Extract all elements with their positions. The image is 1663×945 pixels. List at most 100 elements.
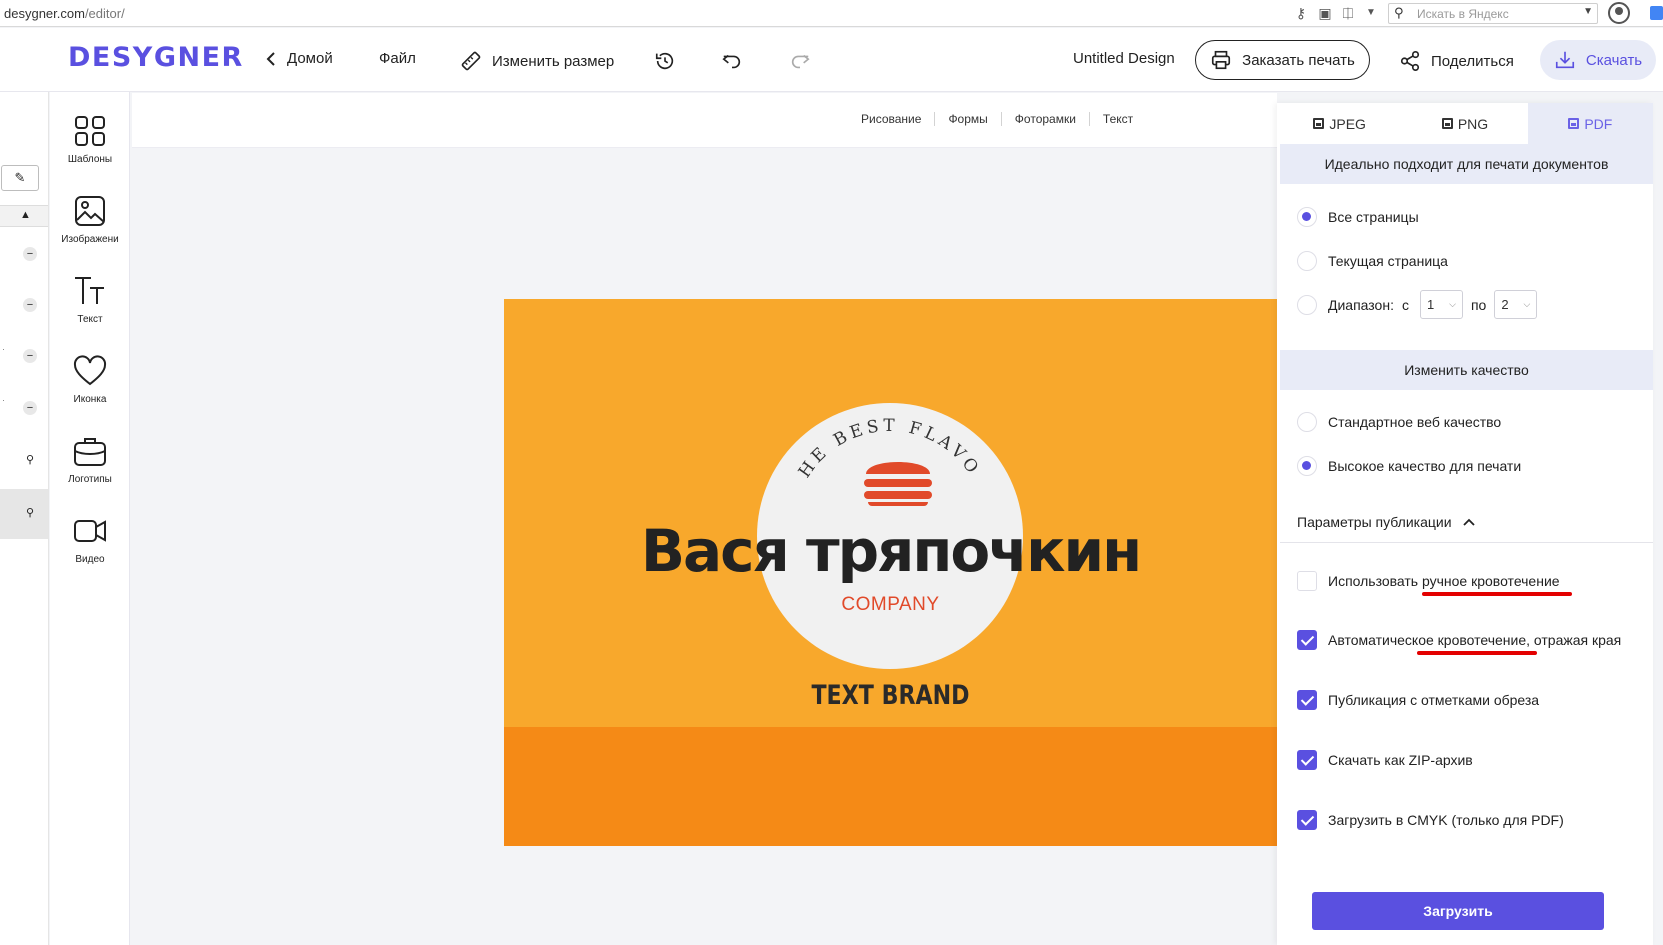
range-from-label: с [1401, 296, 1409, 313]
zoom-icon[interactable]: ⚲ [23, 506, 37, 520]
tab-png[interactable]: PNG [1402, 103, 1527, 144]
history-button[interactable] [654, 50, 676, 72]
bookmark-icon[interactable]: ⎅ [1339, 4, 1357, 22]
home-label: Домой [287, 50, 333, 67]
key-icon[interactable]: ⚷ [1292, 4, 1310, 22]
design-headline[interactable]: Вася тряпочкин [504, 517, 1277, 585]
chevron-down-icon[interactable]: ▼ [1362, 4, 1380, 22]
browser-bar: desygner.com/editor/ ⚷ ▣ ⎅ ▼ ⚲ Искать в … [0, 0, 1663, 27]
layer-collapse-button[interactable]: − [23, 349, 37, 363]
range-to-label: по [1470, 296, 1487, 313]
chevron-up-icon [1462, 518, 1475, 526]
qr-icon[interactable]: ▣ [1316, 4, 1334, 22]
radio-standard-quality[interactable] [1297, 412, 1317, 432]
pages-all-option[interactable]: Все страницы [1297, 207, 1419, 227]
address-bar[interactable]: desygner.com/editor/ [4, 6, 125, 21]
tool-templates[interactable]: Шаблоны [50, 114, 130, 165]
video-icon [74, 520, 106, 542]
undo-button[interactable] [721, 50, 743, 72]
pages-current-option[interactable]: Текущая страница [1297, 251, 1448, 271]
redo-button[interactable] [789, 50, 811, 72]
publish-params-toggle[interactable]: Параметры публикации [1297, 514, 1476, 530]
subtool-text[interactable]: Текст [1090, 112, 1146, 126]
tool-video[interactable]: Видео [50, 514, 130, 565]
design-bottom-band[interactable] [504, 727, 1277, 846]
layers-header[interactable]: ▲ [0, 205, 48, 227]
checkbox-crop-marks[interactable] [1297, 690, 1317, 710]
brush-icon: ✎ [14, 170, 26, 185]
tool-images[interactable]: Изображени [50, 194, 130, 245]
radio-current-page[interactable] [1297, 251, 1317, 271]
tool-text[interactable]: Текст [50, 274, 130, 325]
design-company[interactable]: COMPANY [504, 594, 1277, 616]
templates-icon [75, 116, 105, 146]
subtool-frames[interactable]: Фоторамки [1002, 112, 1090, 126]
pdf-file-icon [1568, 118, 1580, 129]
jpeg-file-icon [1313, 118, 1325, 129]
design-canvas[interactable]: THE BEST FLAVOR Вася тряпочкин COMPANY T… [504, 299, 1277, 846]
layer-collapse-button[interactable]: − [23, 298, 37, 312]
option-auto-bleed[interactable]: Автоматическое кровотечение, отражая кра… [1297, 629, 1627, 651]
radio-range[interactable] [1297, 294, 1317, 315]
checkbox-auto-bleed[interactable] [1297, 630, 1317, 650]
browser-search-input[interactable]: ⚲ Искать в Яндекс ▼ [1388, 3, 1598, 24]
divider [1280, 542, 1653, 543]
quality-high-option[interactable]: Высокое качество для печати [1297, 456, 1521, 476]
share-button[interactable]: Поделиться [1399, 50, 1514, 72]
file-menu[interactable]: Файл [379, 50, 416, 67]
tab-label: JPEG [1329, 115, 1366, 132]
option-manual-bleed[interactable]: Использовать ручное кровотечение [1297, 570, 1560, 592]
submit-download-button[interactable]: Загрузить [1312, 892, 1604, 930]
app-header: DESYGNER Домой Файл Изменить размер Unti… [0, 28, 1663, 92]
option-zip[interactable]: Скачать как ZIP-архив [1297, 749, 1473, 771]
checkbox-manual-bleed[interactable] [1297, 571, 1317, 591]
tab-jpeg[interactable]: JPEG [1277, 103, 1402, 144]
chevron-down-icon[interactable]: ▼ [1583, 6, 1593, 17]
profile-avatar-icon[interactable] [1608, 2, 1630, 24]
red-underline-annotation [1417, 651, 1537, 655]
search-icon: ⚲ [1394, 5, 1404, 20]
range-to-value: 2 [1501, 297, 1509, 312]
quality-standard-option[interactable]: Стандартное веб качество [1297, 412, 1501, 432]
briefcase-icon [74, 438, 106, 466]
chevron-down-icon: ⌵ [1523, 299, 1531, 309]
url-path: /editor/ [84, 6, 125, 21]
tool-label: Иконка [73, 394, 107, 405]
brush-tool-button[interactable]: ✎ [1, 165, 39, 191]
option-crop-marks[interactable]: Публикация с отметками обреза [1297, 689, 1539, 711]
download-button[interactable]: Скачать [1540, 40, 1656, 80]
radio-high-quality[interactable] [1297, 456, 1317, 476]
zoom-icon[interactable]: ⚲ [23, 453, 37, 467]
pages-range-option[interactable]: Диапазон: с 1 ⌵ по 2 ⌵ [1297, 290, 1538, 319]
extension-icon[interactable] [1650, 6, 1663, 20]
resize-button[interactable]: Изменить размер [460, 50, 614, 72]
tab-label: PNG [1457, 115, 1489, 132]
chevron-left-icon [266, 51, 275, 66]
design-brand[interactable]: TEXT BRAND [574, 680, 1208, 711]
range-from-select[interactable]: 1 ⌵ [1419, 290, 1463, 319]
design-title-label: Untitled Design [1073, 50, 1175, 67]
redo-icon [789, 50, 811, 72]
tool-label: Шаблоны [67, 154, 113, 165]
option-label: Все страницы [1328, 209, 1419, 225]
range-to-select[interactable]: 2 ⌵ [1494, 290, 1538, 319]
quality-header: Изменить качество [1280, 350, 1653, 390]
desygner-logo[interactable]: DESYGNER [68, 42, 244, 73]
checkbox-cmyk[interactable] [1297, 810, 1317, 830]
checkbox-zip[interactable] [1297, 750, 1317, 770]
resize-label: Изменить размер [492, 52, 615, 70]
layer-collapse-button[interactable]: − [23, 247, 37, 261]
tab-pdf[interactable]: PDF [1527, 103, 1653, 144]
subtool-drawing[interactable]: Рисование [848, 112, 936, 126]
subtool-shapes[interactable]: Формы [935, 112, 1002, 126]
home-button[interactable]: Домой [265, 50, 333, 67]
tool-icons[interactable]: Иконка [50, 354, 130, 405]
canvas-toolbar: Рисование Формы Фоторамки Текст [132, 93, 1277, 148]
layer-collapse-button[interactable]: − [23, 401, 37, 415]
design-title[interactable]: Untitled Design [1073, 50, 1175, 67]
print-order-button[interactable]: Заказать печать [1195, 40, 1370, 80]
option-cmyk[interactable]: Загрузить в CMYK (только для PDF) [1297, 809, 1564, 831]
radio-all-pages[interactable] [1297, 207, 1317, 227]
tool-logos[interactable]: Логотипы [50, 434, 130, 485]
burger-icon[interactable] [860, 450, 936, 506]
